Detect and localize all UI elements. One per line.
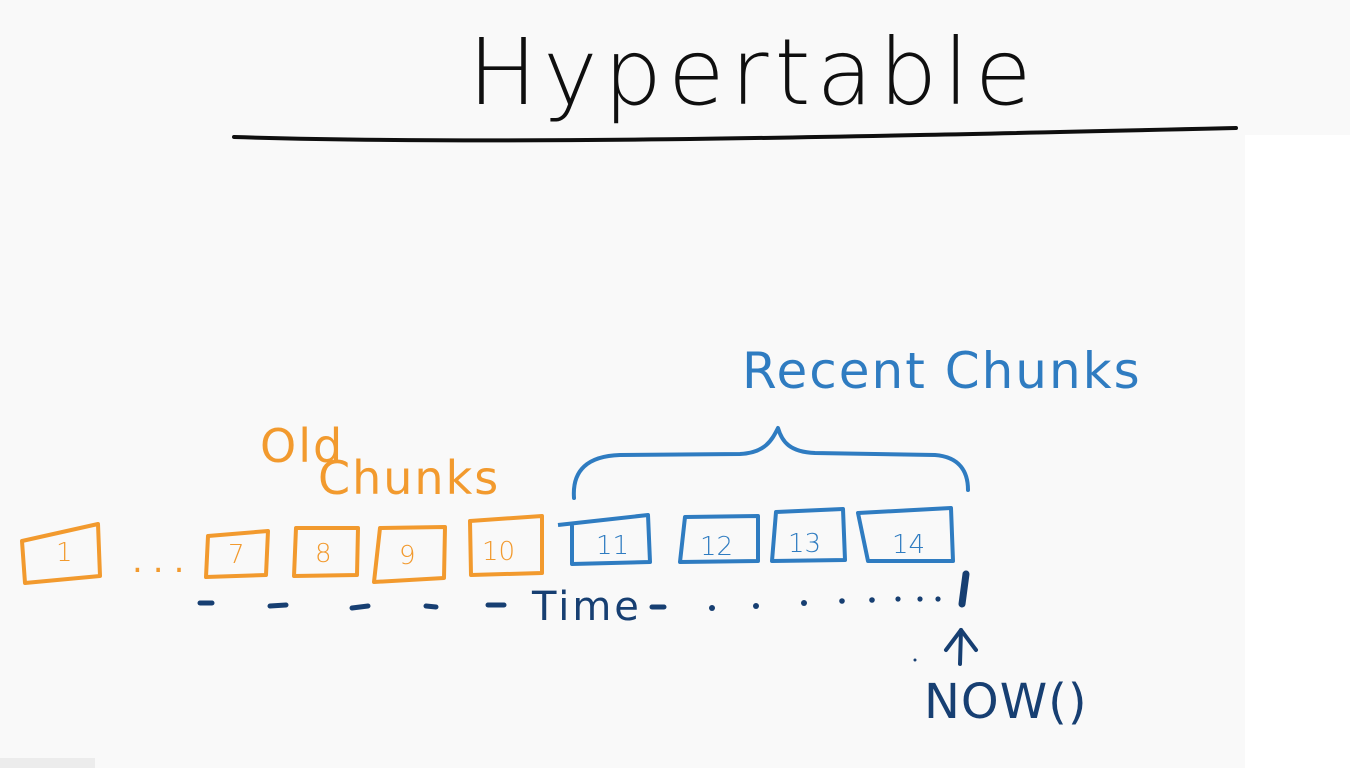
now-arrow-shaft xyxy=(958,628,963,666)
time-dot xyxy=(801,600,807,606)
chunk-number: 8 xyxy=(315,539,332,569)
hypertable-diagram: Hypertable Old Chunks Recent Chunks 1 ..… xyxy=(0,0,1350,768)
chunk-number: 1 xyxy=(56,538,73,568)
time-dot xyxy=(917,596,923,602)
chunk-number: 14 xyxy=(892,530,925,560)
stray-dot xyxy=(913,658,917,662)
time-dash xyxy=(423,603,439,610)
time-dash xyxy=(349,603,371,611)
old-chunks-label-line2: Chunks xyxy=(318,451,500,505)
paper-corner-shadow xyxy=(0,758,95,768)
paper-edge xyxy=(1245,135,1350,768)
time-dot xyxy=(869,597,875,603)
chunk-number: 13 xyxy=(788,529,821,559)
time-dot xyxy=(839,598,845,604)
chunk-number: 12 xyxy=(700,532,733,562)
now-marker xyxy=(958,570,970,608)
time-dash xyxy=(267,602,289,609)
time-dot xyxy=(709,605,715,611)
chunk-number: 9 xyxy=(399,541,416,571)
chunk-number: 11 xyxy=(596,531,629,561)
chunk-number: 10 xyxy=(482,537,515,567)
now-label: NOW() xyxy=(924,674,1088,730)
time-label: Time xyxy=(531,584,642,630)
chunk-number: 7 xyxy=(228,540,245,570)
recent-chunks-label: Recent Chunks xyxy=(742,342,1142,400)
time-dot xyxy=(935,596,941,602)
ellipsis: ... xyxy=(132,541,194,581)
diagram-title: Hypertable xyxy=(468,19,1037,126)
time-dot xyxy=(895,596,901,602)
time-dot xyxy=(753,603,759,609)
